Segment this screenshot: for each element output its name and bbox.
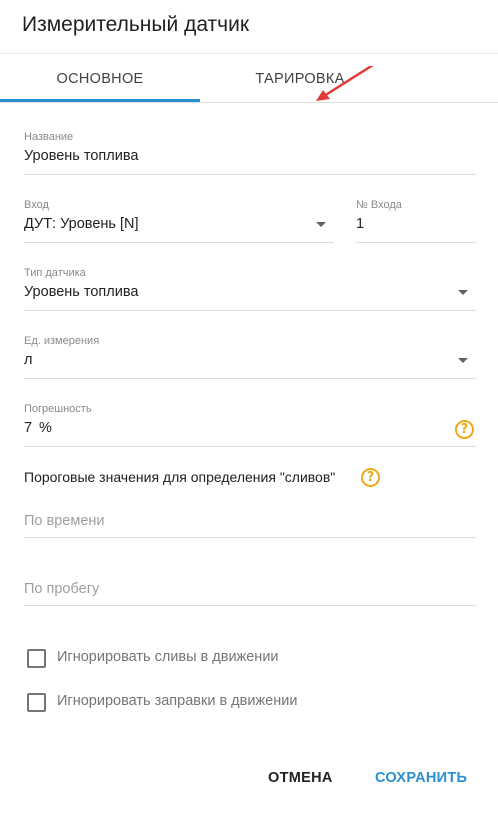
input-select[interactable]: Вход ДУТ: Уровень [N] xyxy=(24,199,334,243)
error-underline xyxy=(24,446,476,447)
help-circle-icon[interactable]: ? xyxy=(455,420,474,439)
caret-down-icon xyxy=(458,358,468,363)
input-underline xyxy=(24,242,334,243)
by-time-underline xyxy=(24,537,476,538)
sensor-type-select[interactable]: Тип датчика Уровень топлива xyxy=(24,267,476,311)
by-mileage-placeholder: По пробегу xyxy=(24,581,100,597)
ignore-fills-checkbox[interactable] xyxy=(27,693,46,712)
input-number-field[interactable]: № Входа 1 xyxy=(356,199,476,243)
unit-label: Ед. измерения xyxy=(24,335,100,347)
name-value: Уровень топлива xyxy=(24,148,139,164)
red-arrow-icon xyxy=(316,66,374,101)
sensor-type-underline xyxy=(24,310,476,311)
save-button[interactable]: Сохранить xyxy=(367,761,475,795)
input-number-underline xyxy=(356,242,476,243)
input-number-value: 1 xyxy=(356,216,365,232)
error-suffix: % xyxy=(39,420,52,436)
caret-down-icon xyxy=(316,222,326,227)
input-label: Вход xyxy=(24,199,49,211)
caret-down-icon xyxy=(458,290,468,295)
ignore-drains-label[interactable]: Игнорировать сливы в движении xyxy=(57,649,279,665)
dialog-title: Измерительный датчик xyxy=(22,13,250,36)
tab-bar: Основное Тарировка xyxy=(0,53,498,103)
tab-main[interactable]: Основное xyxy=(0,54,200,102)
by-time-field[interactable]: По времени xyxy=(24,513,476,538)
input-number-label: № Входа xyxy=(356,199,402,211)
unit-underline xyxy=(24,378,476,379)
name-field[interactable]: Название Уровень топлива xyxy=(24,131,476,175)
error-label: Погрешность xyxy=(24,403,92,415)
sensor-type-value: Уровень топлива xyxy=(24,284,139,300)
threshold-title: Пороговые значения для определения "слив… xyxy=(24,469,336,485)
error-field[interactable]: Погрешность 7 % ? xyxy=(24,403,476,447)
ignore-drains-checkbox[interactable] xyxy=(27,649,46,668)
sensor-type-label: Тип датчика xyxy=(24,267,86,279)
cancel-button[interactable]: Отмена xyxy=(260,761,341,795)
name-underline xyxy=(24,174,476,175)
by-mileage-underline xyxy=(24,605,476,606)
unit-select[interactable]: Ед. измерения л xyxy=(24,335,476,379)
unit-value: л xyxy=(24,352,33,368)
ignore-fills-label[interactable]: Игнорировать заправки в движении xyxy=(57,693,297,709)
active-tab-indicator xyxy=(0,99,200,102)
by-time-placeholder: По времени xyxy=(24,513,105,529)
help-circle-icon[interactable]: ? xyxy=(361,468,380,487)
by-mileage-field[interactable]: По пробегу xyxy=(24,581,476,606)
name-label: Название xyxy=(24,131,74,143)
error-value: 7 xyxy=(24,420,33,436)
input-value: ДУТ: Уровень [N] xyxy=(24,216,139,232)
